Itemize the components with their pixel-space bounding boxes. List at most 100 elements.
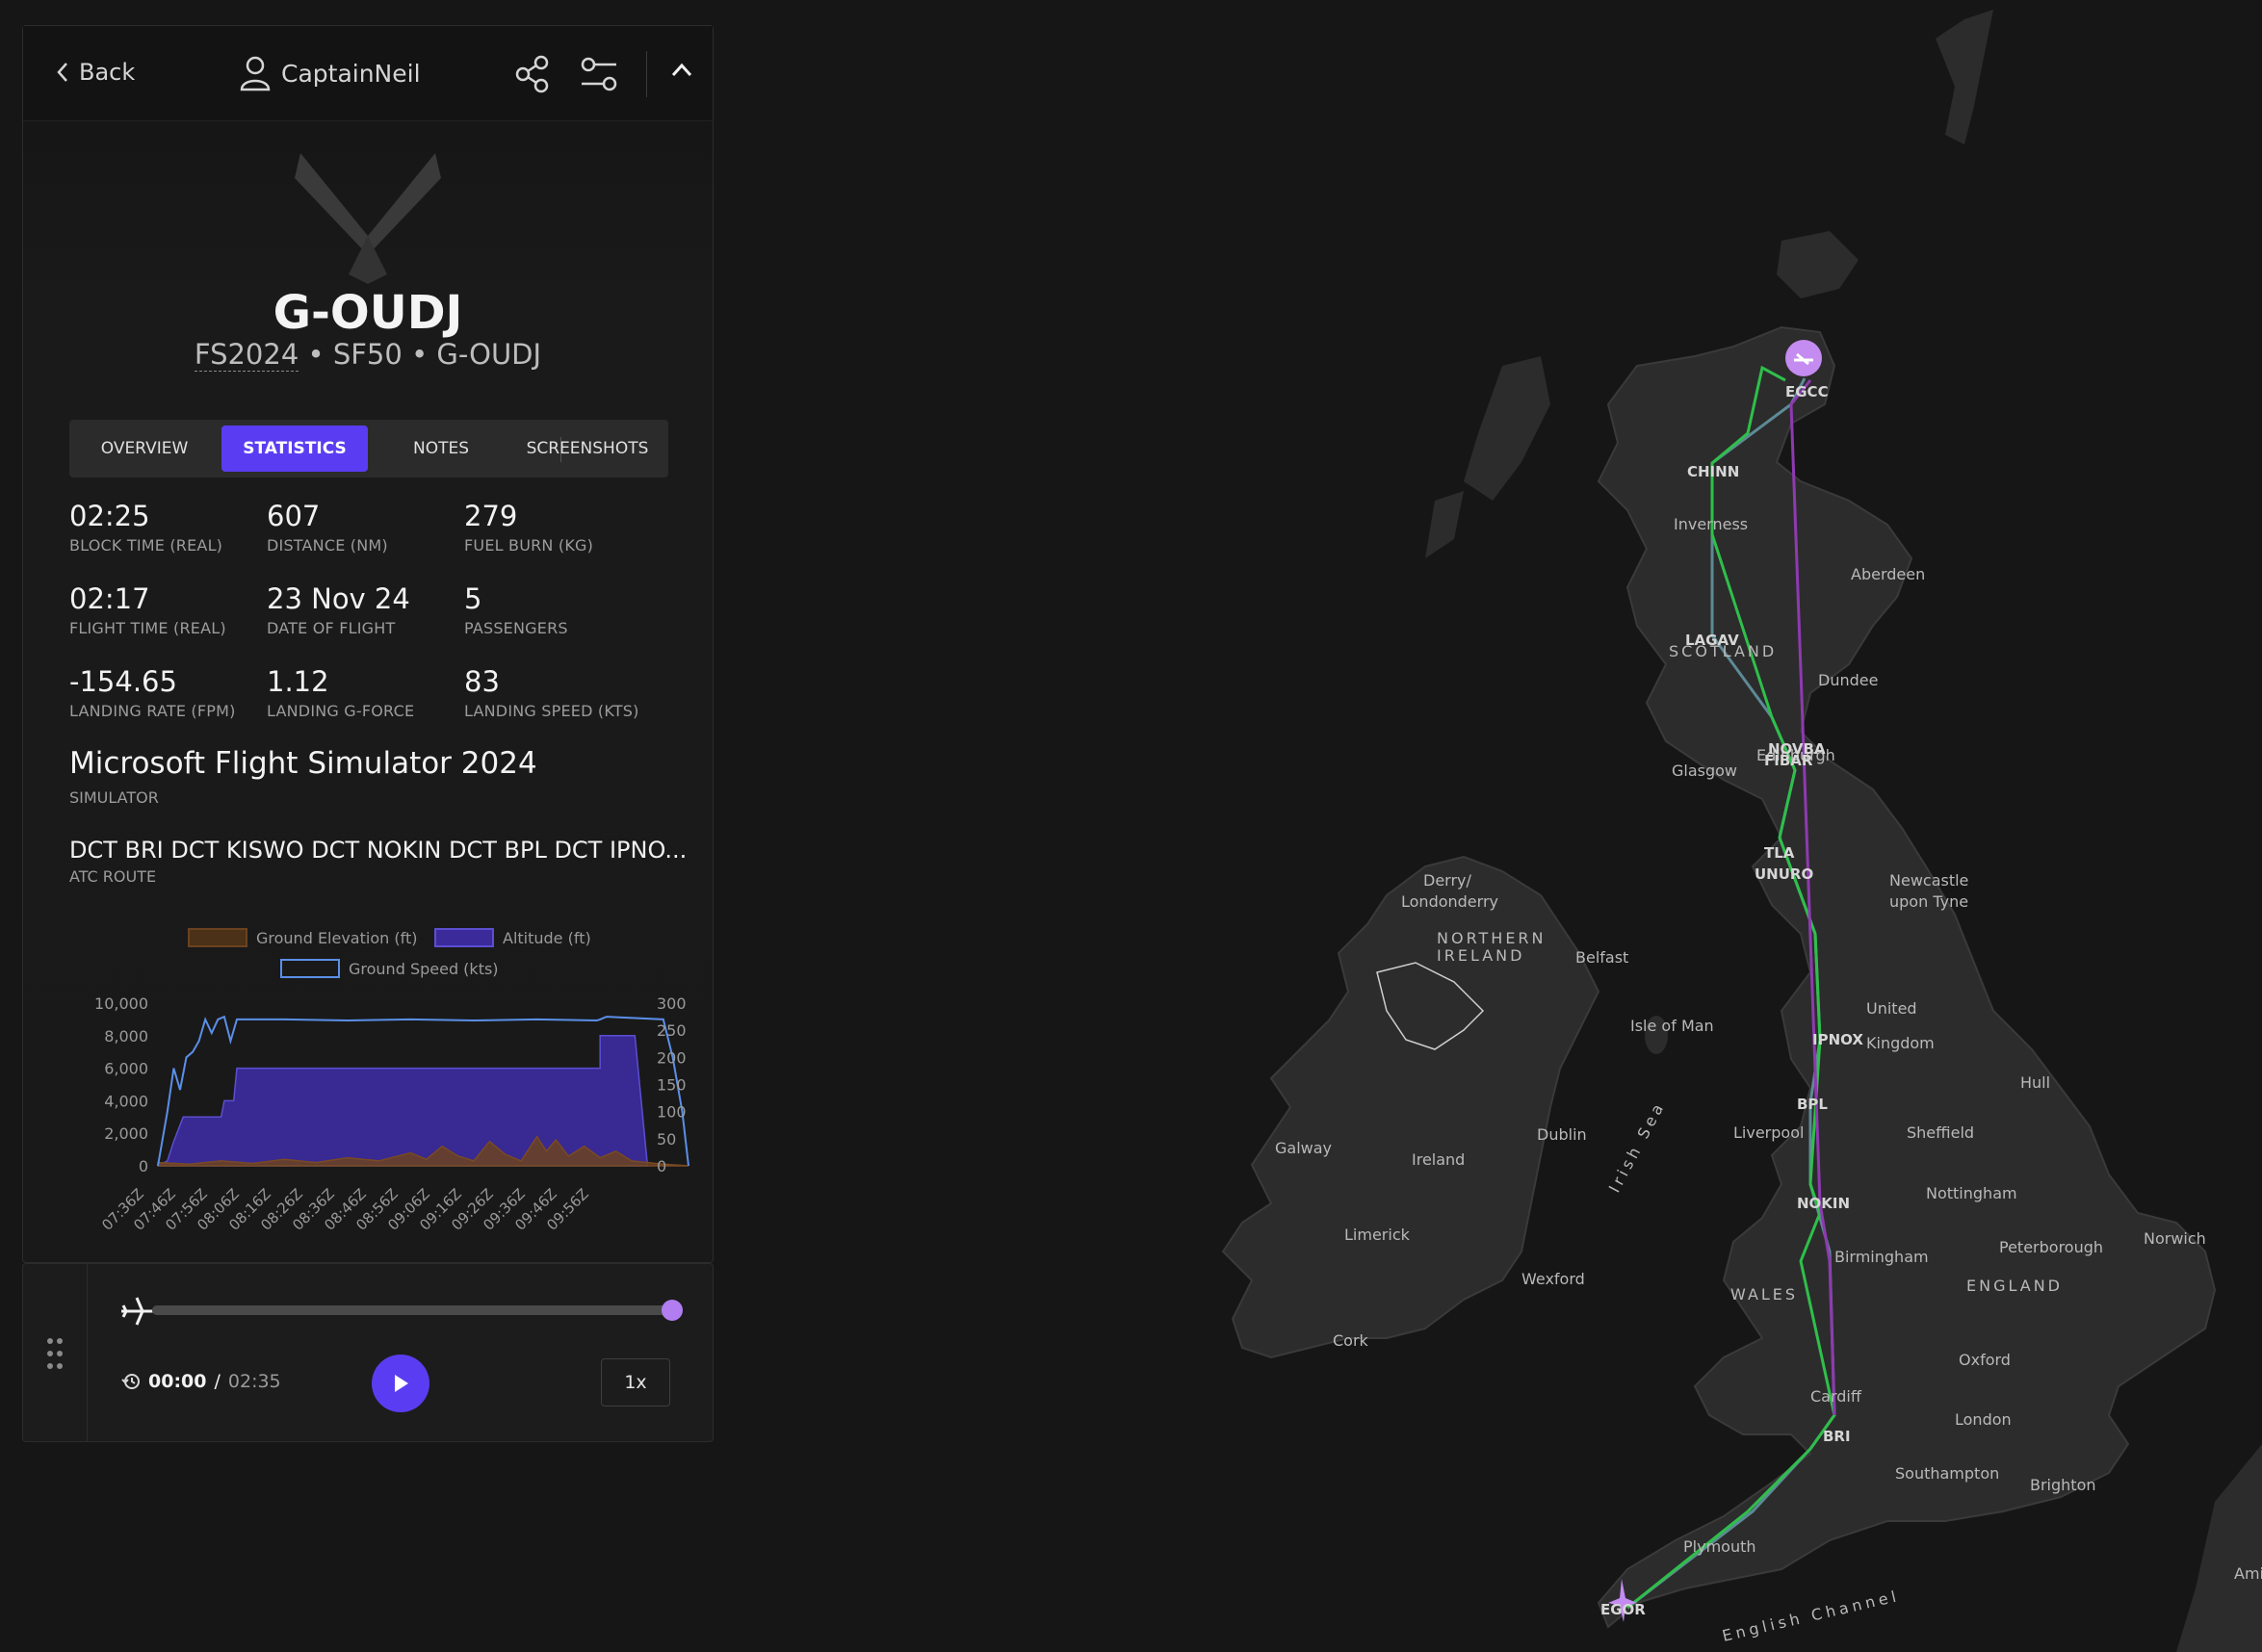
stat-value: 02:25 [69, 500, 150, 532]
legend-swatch[interactable] [188, 928, 247, 947]
map-label: Belfast [1575, 948, 1628, 967]
stat-date: 23 Nov 24 DATE OF FLIGHT [267, 582, 459, 637]
stat-label: LANDING SPEED (KTS) [464, 702, 639, 720]
playback-slider[interactable] [152, 1300, 683, 1321]
tab-bar: OVERVIEW STATISTICS NOTES SCREENSHOTS [69, 420, 668, 478]
map-label: Nottingham [1926, 1184, 2017, 1202]
header-divider [646, 51, 647, 97]
chevron-up-icon[interactable] [670, 61, 693, 80]
map-label: ENGLAND [1966, 1277, 2063, 1295]
stat-passengers: 5 PASSENGERS [464, 582, 657, 637]
map-label: IRELAND [1437, 946, 1524, 965]
chevron-left-icon [57, 63, 67, 82]
map-label: Londonderry [1401, 892, 1498, 911]
tab-screenshots[interactable]: SCREENSHOTS [514, 426, 661, 472]
playback-knob[interactable] [661, 1300, 683, 1321]
y-left-tick: 10,000 [94, 994, 148, 1013]
map-label: Cardiff [1810, 1387, 1862, 1406]
current-time: 00:00 [148, 1371, 207, 1392]
play-button[interactable] [372, 1355, 429, 1412]
waypoint-label: BRI [1823, 1428, 1851, 1445]
map-label: London [1955, 1410, 2012, 1429]
time-display: 00:00 / 02:35 [121, 1371, 281, 1392]
waypoint-label: LAGAV [1685, 632, 1739, 649]
atc-route-label: ATC ROUTE [69, 867, 157, 886]
legend-label[interactable]: Ground Elevation (ft) [256, 929, 417, 947]
separator: • [307, 338, 325, 371]
history-icon [121, 1374, 140, 1389]
stat-value: 23 Nov 24 [267, 582, 410, 615]
drag-handle[interactable] [23, 1264, 88, 1441]
stat-landing-rate: -154.65 LANDING RATE (FPM) [69, 665, 262, 720]
map-label: Southampton [1895, 1464, 1999, 1483]
tab-notes[interactable]: NOTES [368, 426, 514, 472]
y-right-tick: 300 [657, 994, 687, 1013]
y-right-tick: 200 [657, 1048, 687, 1067]
playback-bar: 00:00 / 02:35 1x [22, 1263, 714, 1442]
waypoint-label: CHINN [1687, 463, 1739, 480]
registration-sub: G-OUDJ [436, 338, 542, 371]
aircraft-registration: G-OUDJ [273, 286, 463, 340]
map-label: Norwich [2144, 1229, 2206, 1248]
share-icon[interactable] [514, 55, 551, 93]
stat-value: 1.12 [267, 665, 329, 698]
map-label: United [1866, 999, 1917, 1018]
map-label: Limerick [1344, 1226, 1411, 1244]
username: CaptainNeil [281, 59, 421, 88]
stat-label: DISTANCE (NM) [267, 536, 388, 555]
sim-code[interactable]: FS2024 [194, 338, 299, 372]
map-label: Ireland [1412, 1150, 1465, 1169]
map-label: Plymouth [1683, 1537, 1756, 1556]
waypoint-label: EGCC [1785, 383, 1829, 400]
stat-distance: 607 DISTANCE (NM) [267, 500, 459, 555]
waypoint-label: UNURO [1755, 865, 1813, 883]
total-time: 02:35 [227, 1371, 281, 1392]
map-label: Cork [1333, 1331, 1369, 1350]
legend-label[interactable]: Ground Speed (kts) [349, 960, 499, 978]
simulator-label: SIMULATOR [69, 788, 159, 807]
legend-swatch[interactable] [434, 928, 494, 947]
stat-landing-speed: 83 LANDING SPEED (KTS) [464, 665, 657, 720]
tab-statistics[interactable]: STATISTICS [221, 426, 368, 472]
y-right-tick: 0 [657, 1157, 666, 1175]
map-label: Kingdom [1866, 1034, 1935, 1052]
y-left-tick: 0 [139, 1157, 148, 1175]
map-label: WALES [1730, 1285, 1798, 1304]
back-button[interactable]: Back [56, 59, 135, 86]
tab-overview[interactable]: OVERVIEW [71, 426, 218, 472]
map-label: Dublin [1537, 1125, 1587, 1144]
map-label: Newcastle [1889, 871, 1968, 890]
playback-speed-button[interactable]: 1x [601, 1358, 670, 1407]
user-profile-link[interactable]: CaptainNeil [239, 55, 421, 91]
stat-flight-time: 02:17 FLIGHT TIME (REAL) [69, 582, 262, 637]
waypoint-label: TLA [1764, 844, 1795, 862]
map-label: Inverness [1674, 515, 1748, 533]
map-label: Hull [2020, 1073, 2050, 1092]
stat-value: 5 [464, 582, 482, 615]
y-right-tick: 50 [657, 1130, 676, 1149]
legend-label[interactable]: Altitude (ft) [503, 929, 591, 947]
map-label: Liverpool [1733, 1123, 1804, 1142]
aircraft-subtitle: FS2024 • SF50 • G-OUDJ [23, 338, 713, 372]
series-altitude[interactable] [157, 1035, 649, 1167]
stat-block-time: 02:25 BLOCK TIME (REAL) [69, 500, 262, 555]
stat-value: 607 [267, 500, 321, 532]
stat-fuel-burn: 279 FUEL BURN (KG) [464, 500, 657, 555]
time-separator: / [214, 1371, 221, 1392]
back-label: Back [79, 59, 136, 86]
user-icon [240, 56, 271, 91]
settings-sliders-icon[interactable] [580, 55, 618, 93]
legend-swatch[interactable] [280, 959, 340, 978]
stat-value: 02:17 [69, 582, 150, 615]
flight-profile-chart[interactable]: Ground Elevation (ft) Altitude (ft)Ground… [52, 902, 697, 1249]
map-label: Brighton [2030, 1476, 2096, 1494]
stat-value: 83 [464, 665, 500, 698]
waypoint-label: FIBAR [1764, 752, 1813, 769]
panel-header: Back CaptainNeil [23, 26, 713, 121]
atc-route: DCT BRI DCT KISWO DCT NOKIN DCT BPL DCT … [69, 837, 686, 864]
waypoint-label: EGOR [1600, 1601, 1646, 1618]
map-label: Peterborough [1999, 1238, 2103, 1256]
y-right-tick: 250 [657, 1021, 687, 1040]
y-right-tick: 100 [657, 1103, 687, 1122]
playback-progress [152, 1305, 672, 1315]
